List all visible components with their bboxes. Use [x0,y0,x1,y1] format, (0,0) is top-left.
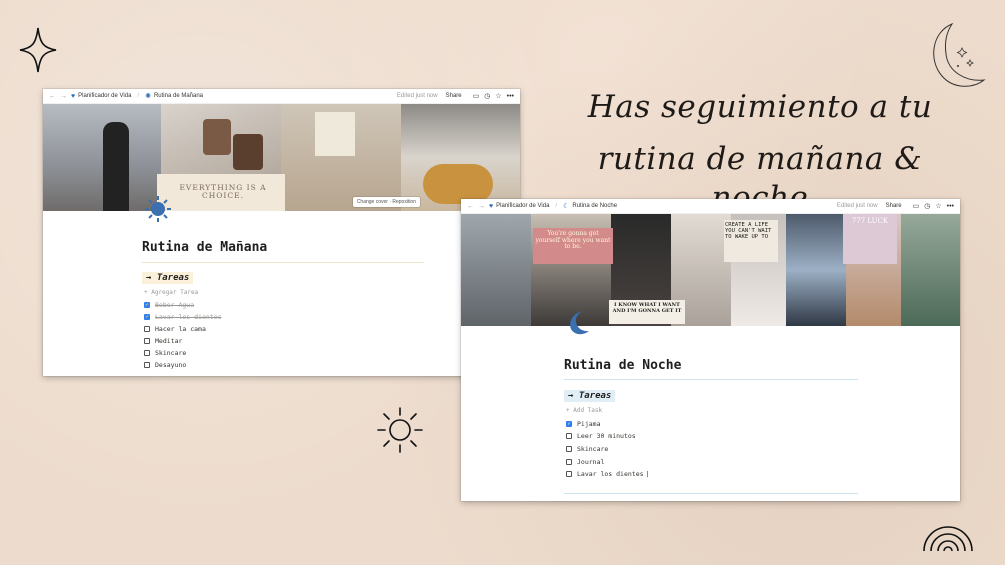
add-task-button[interactable]: + Add Task [566,407,602,414]
share-button[interactable]: Share [446,93,462,99]
moon-page-icon: ☾ [563,203,570,210]
bottom-divider [564,493,858,494]
checkbox-checked-icon[interactable]: ✓ [566,421,572,427]
page-title[interactable]: Rutina de Noche [564,358,681,373]
comment-icon[interactable]: ▭ [913,202,920,210]
collage-quote-2: I KNOW WHAT I WANT AND I'M GONNA GET IT [612,302,682,314]
task-item[interactable]: ✓ Beber Agua [144,301,194,309]
night-topbar: ← → ♥ Planificador de Vida / ☾ Rutina de… [461,199,960,214]
clock-icon[interactable]: ◷ [484,92,490,100]
star-icon[interactable]: ☆ [495,92,501,100]
task-item[interactable]: Leer 30 minutos [566,432,636,440]
collage-quote-3: CREATE A LIFE YOU CAN'T WAIT TO WAKE UP … [725,222,772,241]
cover-quote: EVERYTHING IS A CHOICE. [179,183,267,201]
collage-luck: 777 LUCK [851,217,889,225]
back-arrow-icon[interactable]: ← [49,93,56,100]
checkbox-icon[interactable] [566,459,572,465]
rainbow-icon [923,526,973,552]
task-item[interactable]: Journal [566,458,604,466]
edited-status: Edited just now [836,203,878,209]
checkbox-checked-icon[interactable]: ✓ [144,314,150,320]
morning-topbar: ← → ♥ Planificador de Vida / ✺ Rutina de… [43,89,520,104]
checkbox-icon[interactable] [144,362,150,368]
more-icon[interactable]: ••• [507,93,514,100]
title-divider [142,262,424,263]
task-item[interactable]: Desayuno [144,361,186,369]
night-notion-window: ← → ♥ Planificador de Vida / ☾ Rutina de… [461,199,960,501]
headline-line-1: Has seguimiento a tu [587,89,933,125]
breadcrumb-parent[interactable]: Planificador de Vida [78,93,131,99]
checkbox-icon[interactable] [566,471,572,477]
sun-page-icon-large[interactable] [144,195,172,223]
blue-heart-icon: ♥ [489,202,494,210]
morning-cover-image: EVERYTHING IS A CHOICE. Change cover · R… [43,104,520,211]
breadcrumb-parent[interactable]: Planificador de Vida [496,203,549,209]
more-icon[interactable]: ••• [947,203,954,210]
forward-arrow-icon[interactable]: → [478,203,485,210]
title-divider [564,379,858,380]
checkbox-checked-icon[interactable]: ✓ [144,302,150,308]
back-arrow-icon[interactable]: ← [467,203,474,210]
text-cursor: | [645,470,650,478]
task-item[interactable]: Skincare [144,349,186,357]
collage-quote-1: You're gonna get yourself where you want… [535,230,611,251]
change-cover-button[interactable]: Change cover · Reposition [352,197,420,207]
page-title[interactable]: Rutina de Mañana [142,240,267,255]
breadcrumb-page[interactable]: Rutina de Noche [572,203,617,209]
morning-notion-window: ← → ♥ Planificador de Vida / ✺ Rutina de… [43,89,520,376]
share-button[interactable]: Share [886,203,902,209]
checkbox-icon[interactable] [566,433,572,439]
tareas-toggle[interactable]: → Tareas [564,390,616,402]
moon-page-icon-large[interactable] [565,308,593,336]
forward-arrow-icon[interactable]: → [60,93,67,100]
checkbox-icon[interactable] [144,350,150,356]
checkbox-icon[interactable] [144,326,150,332]
checkbox-icon[interactable] [566,446,572,452]
comment-icon[interactable]: ▭ [473,92,480,100]
task-item[interactable]: Skincare [566,445,608,453]
clock-icon[interactable]: ◷ [924,202,930,210]
task-item[interactable]: ✓ Pijama [566,420,600,428]
tareas-toggle[interactable]: → Tareas [142,272,194,284]
task-item[interactable]: Hacer la cama [144,325,206,333]
sparkle-icon [19,27,57,73]
star-icon[interactable]: ☆ [935,202,941,210]
blue-heart-icon: ♥ [71,92,76,100]
task-item[interactable]: Meditar [144,337,182,345]
sun-page-icon: ✺ [145,93,151,100]
edited-status: Edited just now [396,93,438,99]
task-item[interactable]: ✓ Lavar los dientes [144,313,222,321]
task-item[interactable]: Lavar los dientes | [566,470,649,478]
checkbox-icon[interactable] [144,338,150,344]
breadcrumb-page[interactable]: Rutina de Mañana [154,93,203,99]
moon-icon [933,22,986,87]
sun-icon [377,407,423,453]
add-task-button[interactable]: + Agregar Tarea [144,289,198,296]
night-cover-collage: You're gonna get yourself where you want… [461,214,960,326]
